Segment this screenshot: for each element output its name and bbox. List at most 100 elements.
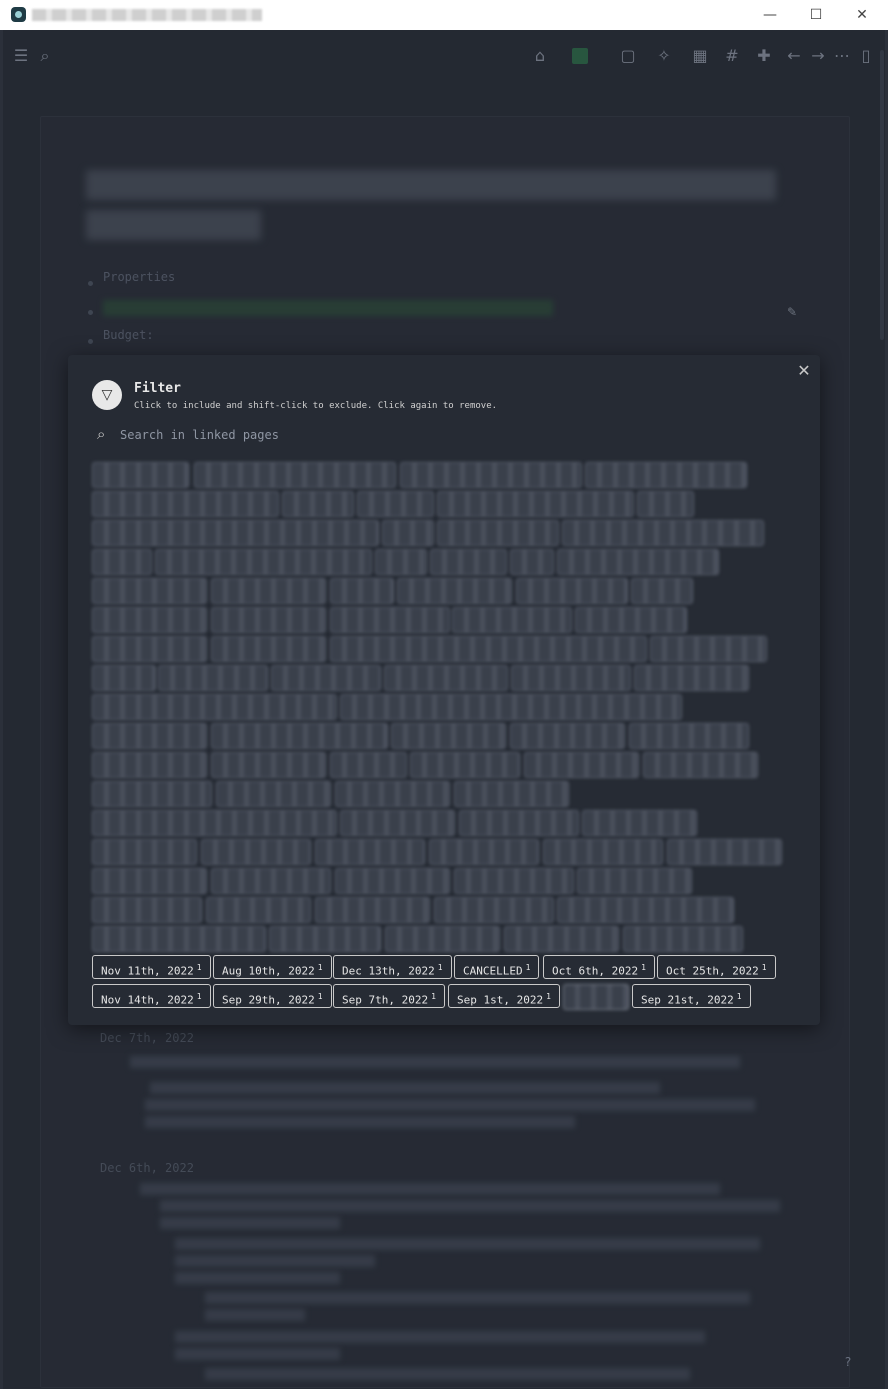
filter-chip-redacted[interactable]: [375, 549, 427, 575]
filter-chip-redacted[interactable]: [634, 665, 749, 691]
filter-chip[interactable]: Sep 7th, 2022 1: [333, 984, 445, 1008]
filter-chip[interactable]: Sep 29th, 2022 1: [213, 984, 332, 1008]
filter-chip-redacted[interactable]: [315, 839, 425, 865]
filter-chip-redacted[interactable]: [667, 839, 782, 865]
calendar-icon[interactable]: ▦: [690, 46, 710, 66]
filter-search-input[interactable]: [120, 425, 620, 445]
menu-icon[interactable]: ☰: [11, 46, 31, 66]
filter-chip-redacted[interactable]: [211, 752, 326, 778]
filter-chip-redacted[interactable]: [92, 549, 152, 575]
close-window-button[interactable]: ✕: [842, 3, 882, 27]
filter-chip-redacted[interactable]: [92, 752, 207, 778]
filter-chip-redacted[interactable]: [454, 781, 569, 807]
hash-icon[interactable]: #: [722, 46, 742, 66]
filter-chip-redacted[interactable]: [201, 839, 311, 865]
filter-chip-redacted[interactable]: [382, 520, 434, 546]
filter-chip-redacted[interactable]: [330, 578, 394, 604]
filter-chip-redacted[interactable]: [92, 607, 207, 633]
filter-chip-redacted[interactable]: [330, 752, 407, 778]
filter-chip-redacted[interactable]: [582, 810, 697, 836]
filter-chip-redacted[interactable]: [454, 868, 574, 894]
filter-chip-redacted[interactable]: [437, 491, 634, 517]
filter-chip-redacted[interactable]: [92, 491, 279, 517]
filter-chip-redacted[interactable]: [206, 897, 311, 923]
filter-chip-redacted[interactable]: [315, 897, 430, 923]
filter-chip-redacted[interactable]: [510, 723, 625, 749]
filter-chip-redacted[interactable]: [92, 723, 207, 749]
filter-chip-redacted[interactable]: [631, 578, 693, 604]
section-date-dec6[interactable]: Dec 6th, 2022: [100, 1161, 194, 1175]
filter-chip-redacted[interactable]: [637, 491, 694, 517]
section-date-dec7[interactable]: Dec 7th, 2022: [100, 1031, 194, 1045]
home-icon[interactable]: ⌂: [530, 46, 550, 66]
filter-chip-redacted[interactable]: [434, 897, 554, 923]
puzzle-icon[interactable]: ✚: [754, 46, 774, 66]
edit-icon[interactable]: ✎: [782, 302, 802, 322]
filter-chip-redacted[interactable]: [437, 520, 559, 546]
scrollbar[interactable]: [880, 50, 884, 340]
filter-chip-redacted[interactable]: [397, 578, 512, 604]
filter-chip-redacted[interactable]: [557, 549, 719, 575]
filter-chip[interactable]: Nov 11th, 2022 1: [92, 955, 211, 979]
page-icon[interactable]: ▢: [618, 46, 638, 66]
filter-chip[interactable]: Oct 6th, 2022 1: [543, 955, 655, 979]
forward-icon[interactable]: →: [808, 46, 828, 66]
filter-chip-redacted[interactable]: [557, 897, 734, 923]
search-icon[interactable]: ⌕: [35, 46, 55, 66]
filter-chip-redacted[interactable]: [429, 839, 539, 865]
filter-chip-redacted[interactable]: [211, 607, 326, 633]
help-button[interactable]: ?: [838, 1352, 858, 1372]
filter-chip-redacted[interactable]: [391, 723, 506, 749]
filter-chip-redacted[interactable]: [92, 665, 156, 691]
filter-chip-redacted[interactable]: [357, 491, 434, 517]
filter-chip-redacted[interactable]: [629, 723, 749, 749]
properties-label[interactable]: Properties: [103, 270, 175, 284]
filter-chip-redacted[interactable]: [400, 462, 582, 488]
graph-icon[interactable]: [570, 46, 590, 66]
close-icon[interactable]: ✕: [795, 362, 813, 380]
filter-chip[interactable]: Sep 21st, 2022 1: [632, 984, 751, 1008]
filter-chip-redacted[interactable]: [92, 578, 207, 604]
filter-chip-redacted[interactable]: [282, 491, 354, 517]
filter-chip-redacted[interactable]: [92, 520, 379, 546]
minimize-button[interactable]: —: [750, 3, 790, 27]
filter-chip-redacted[interactable]: [623, 926, 743, 952]
filter-chip-redacted[interactable]: [543, 839, 663, 865]
filter-chip-redacted[interactable]: [92, 839, 197, 865]
filter-chip-redacted[interactable]: [330, 636, 647, 662]
filter-chip-redacted[interactable]: [577, 868, 692, 894]
filter-chip-redacted[interactable]: [92, 636, 207, 662]
filter-chip-redacted[interactable]: [459, 810, 579, 836]
filter-chip-redacted[interactable]: [92, 868, 207, 894]
filter-chip-redacted[interactable]: [575, 607, 687, 633]
filter-chip-redacted[interactable]: [516, 578, 628, 604]
filter-chip-redacted[interactable]: [211, 723, 388, 749]
filter-chip-redacted[interactable]: [211, 868, 331, 894]
filter-chip-redacted[interactable]: [92, 810, 337, 836]
sparkle-icon[interactable]: ✧: [654, 46, 674, 66]
filter-chip-redacted[interactable]: [340, 810, 455, 836]
filter-chip-redacted[interactable]: [92, 926, 266, 952]
filter-chip-redacted[interactable]: [340, 694, 682, 720]
filter-chip-redacted[interactable]: [643, 752, 758, 778]
filter-chip[interactable]: Aug 10th, 2022 1: [213, 955, 332, 979]
filter-chip-redacted[interactable]: [585, 462, 747, 488]
filter-chip[interactable]: Sep 1st, 2022 1: [448, 984, 560, 1008]
filter-chip-redacted[interactable]: [269, 926, 381, 952]
filter-chip-redacted[interactable]: [430, 549, 507, 575]
filter-chip-redacted[interactable]: [194, 462, 396, 488]
filter-chip[interactable]: Dec 13th, 2022 1: [333, 955, 452, 979]
filter-chip-redacted[interactable]: [92, 897, 202, 923]
back-icon[interactable]: ←: [784, 46, 804, 66]
filter-chip-redacted[interactable]: [385, 926, 500, 952]
more-icon[interactable]: ⋯: [832, 46, 852, 66]
filter-chip-redacted[interactable]: [511, 665, 631, 691]
filter-chip-redacted[interactable]: [271, 665, 381, 691]
filter-chip-redacted[interactable]: [158, 665, 268, 691]
filter-chip[interactable]: Nov 14th, 2022 1: [92, 984, 211, 1008]
filter-chip-redacted[interactable]: [216, 781, 331, 807]
filter-chip-redacted[interactable]: [384, 665, 508, 691]
filter-chip-redacted[interactable]: [211, 636, 326, 662]
filter-chip[interactable]: Oct 25th, 2022 1: [657, 955, 776, 979]
filter-chip-redacted[interactable]: [335, 868, 450, 894]
